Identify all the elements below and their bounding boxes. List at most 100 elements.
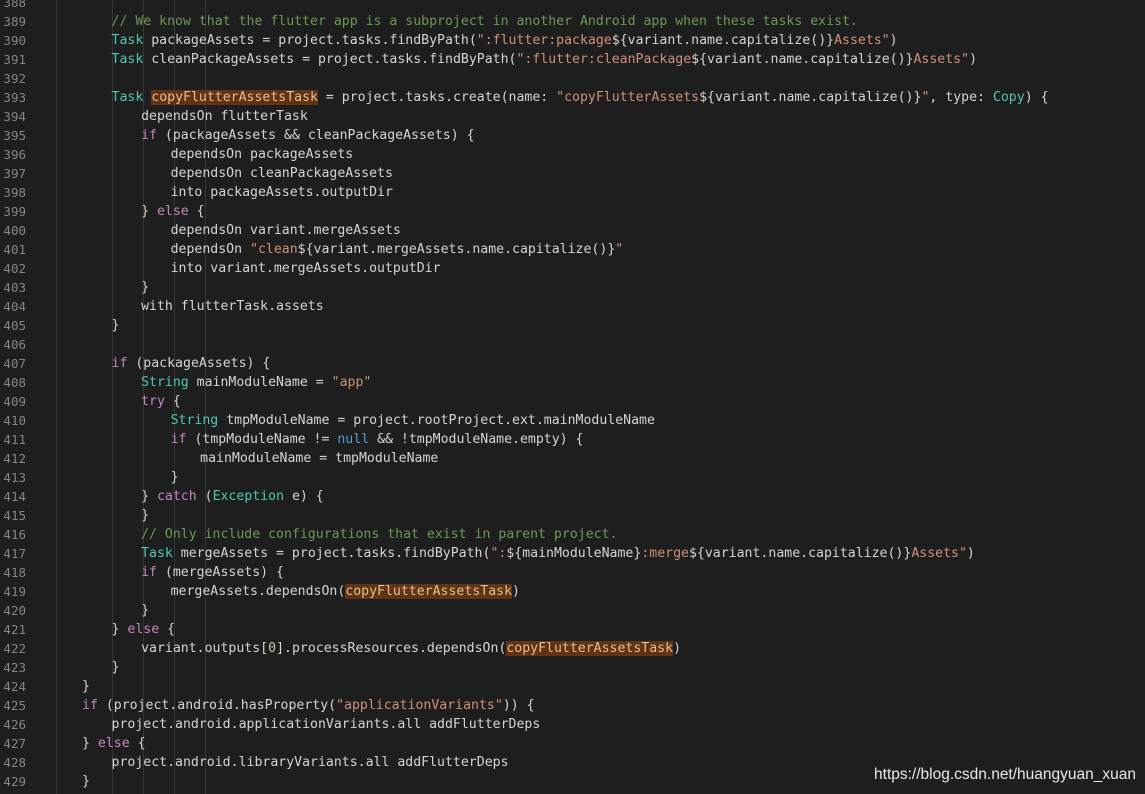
code-line[interactable]: 424} — [0, 677, 1145, 696]
code-content[interactable]: mergeAssets.dependsOn(copyFlutterAssetsT… — [171, 582, 520, 601]
code-line[interactable]: 417 Task mergeAssets = project.tasks.find… — [0, 544, 1145, 563]
code-line[interactable]: 402 into variant.mergeAssets.outputDir — [0, 259, 1145, 278]
code-line[interactable]: 415} — [0, 506, 1145, 525]
code-line[interactable]: 392 — [0, 69, 1145, 88]
code-text: e) { — [284, 488, 324, 504]
code-content[interactable]: } — [112, 658, 120, 677]
string-token: " — [615, 241, 624, 257]
code-line[interactable]: 420} — [0, 601, 1145, 620]
code-line[interactable]: 403} — [0, 278, 1145, 297]
code-line[interactable]: 407 if (packageAssets) { — [0, 354, 1145, 373]
code-content[interactable]: Task cleanPackageAssets = project.tasks.… — [112, 50, 977, 69]
code-content[interactable]: } else { — [82, 734, 146, 753]
code-line[interactable]: 400 dependsOn variant.mergeAssets — [0, 221, 1145, 240]
code-line[interactable]: 425 if (project.android.hasProperty("appl… — [0, 696, 1145, 715]
code-content[interactable]: if (packageAssets && cleanPackageAssets)… — [141, 126, 474, 145]
code-content[interactable]: mainModuleName = tmpModuleName — [200, 449, 438, 468]
keyword-token: if — [111, 355, 128, 371]
code-content[interactable]: Task copyFlutterAssetsTask = project.tas… — [112, 88, 1049, 107]
code-line[interactable]: 405} — [0, 316, 1145, 335]
code-content[interactable]: } — [171, 468, 179, 487]
code-content[interactable]: } — [141, 601, 149, 620]
code-content[interactable]: } else { — [112, 620, 176, 639]
code-line[interactable]: 414} catch (Exception e) { — [0, 487, 1145, 506]
code-line[interactable]: 411 if (tmpModuleName != null && !tmpModu… — [0, 430, 1145, 449]
code-line[interactable]: 401 dependsOn "clean${variant.mergeAssets… — [0, 240, 1145, 259]
code-text: tmpModuleName = project.rootProject.ext.… — [218, 412, 655, 428]
code-line[interactable]: 422 variant.outputs[0].processResources.d… — [0, 639, 1145, 658]
line-number: 405 — [3, 317, 26, 333]
code-editor[interactable]: 388 389 // We know that the flutter app is… — [0, 0, 1145, 794]
code-content[interactable]: if (tmpModuleName != null && !tmpModuleN… — [171, 430, 584, 449]
code-content[interactable]: } — [82, 772, 90, 791]
code-content[interactable]: if (mergeAssets) { — [141, 563, 284, 582]
code-content[interactable]: Task mergeAssets = project.tasks.findByP… — [141, 544, 975, 563]
code-line[interactable]: 390 Task packageAssets = project.tasks.fi… — [0, 31, 1145, 50]
code-line[interactable]: 399} else { — [0, 202, 1145, 221]
code-text: { — [164, 393, 181, 409]
code-line[interactable]: 395 if (packageAssets && cleanPackageAsse… — [0, 126, 1145, 145]
watermark-url: https://blog.csdn.net/huangyuan_xuan — [874, 766, 1136, 783]
code-line[interactable]: 427 } else { — [0, 734, 1145, 753]
code-content[interactable]: String mainModuleName = "app" — [141, 373, 371, 392]
comment-token: // Only include configurations that exis… — [141, 526, 618, 542]
code-content[interactable]: // We know that the flutter app is a sub… — [112, 12, 858, 31]
code-content[interactable]: // Only include configurations that exis… — [141, 525, 617, 544]
keyword-token: else — [156, 203, 189, 219]
code-line[interactable]: 409 try { — [0, 392, 1145, 411]
code-content[interactable]: dependsOn cleanPackageAssets — [171, 164, 393, 183]
type-token: Exception — [212, 488, 285, 504]
code-text: variant.outputs[ — [141, 640, 269, 656]
keyword-token: if — [141, 127, 157, 143]
code-line[interactable]: 418 if (mergeAssets) { — [0, 563, 1145, 582]
code-line[interactable]: 391 Task cleanPackageAssets = project.tas… — [0, 50, 1145, 69]
code-line[interactable]: 423} — [0, 658, 1145, 677]
code-content[interactable]: } — [82, 677, 90, 696]
code-content[interactable]: dependsOn variant.mergeAssets — [171, 221, 401, 240]
code-content[interactable]: dependsOn packageAssets — [171, 145, 354, 164]
code-line[interactable]: 416 // Only include configurations that e… — [0, 525, 1145, 544]
code-line[interactable]: 426 project.android.applicationVariants.a… — [0, 715, 1145, 734]
line-number: 398 — [3, 184, 26, 200]
code-content[interactable]: into packageAssets.outputDir — [171, 183, 393, 202]
code-line[interactable]: 389 // We know that the flutter app is a … — [0, 12, 1145, 31]
code-content[interactable]: } — [112, 316, 120, 335]
code-line[interactable]: 393 Task copyFlutterAssetsTask = project.… — [0, 88, 1145, 107]
code-content[interactable]: variant.outputs[0].processResources.depe… — [141, 639, 681, 658]
code-content[interactable]: with flutterTask.assets — [141, 297, 324, 316]
code-content[interactable]: String tmpModuleName = project.rootProje… — [171, 411, 655, 430]
code-text: into packageAssets.outputDir — [170, 184, 393, 200]
code-line[interactable]: 396 dependsOn packageAssets — [0, 145, 1145, 164]
code-line[interactable]: 419 mergeAssets.dependsOn(copyFlutterAsse… — [0, 582, 1145, 601]
code-text: mergeAssets.dependsOn( — [170, 583, 346, 599]
line-number: 394 — [3, 108, 26, 124]
code-line[interactable]: 398 into packageAssets.outputDir — [0, 183, 1145, 202]
code-line[interactable]: 404 with flutterTask.assets — [0, 297, 1145, 316]
code-content[interactable]: } — [141, 278, 149, 297]
code-content[interactable]: try { — [141, 392, 181, 411]
code-line[interactable]: 394 dependsOn flutterTask — [0, 107, 1145, 126]
code-text: } — [141, 203, 157, 219]
code-line[interactable]: 410 String tmpModuleName = project.rootPr… — [0, 411, 1145, 430]
code-content[interactable]: if (project.android.hasProperty("applica… — [82, 696, 535, 715]
code-line[interactable]: 406 — [0, 335, 1145, 354]
code-line[interactable]: 421} else { — [0, 620, 1145, 639]
code-line[interactable]: 397 dependsOn cleanPackageAssets — [0, 164, 1145, 183]
code-content[interactable]: } catch (Exception e) { — [141, 487, 324, 506]
type-token: Task — [111, 32, 144, 48]
code-line[interactable]: 388 — [0, 0, 1145, 12]
code-line[interactable]: 413} — [0, 468, 1145, 487]
code-content[interactable]: } — [141, 506, 149, 525]
code-content[interactable]: dependsOn flutterTask — [141, 107, 308, 126]
code-content[interactable]: dependsOn "clean${variant.mergeAssets.na… — [171, 240, 624, 259]
line-number: 427 — [3, 735, 26, 751]
line-number: 395 — [3, 127, 26, 143]
code-line[interactable]: 412 mainModuleName = tmpModuleName — [0, 449, 1145, 468]
code-content[interactable]: into variant.mergeAssets.outputDir — [171, 259, 441, 278]
code-content[interactable]: project.android.libraryVariants.all addF… — [112, 753, 509, 772]
code-content[interactable]: } else { — [141, 202, 205, 221]
code-content[interactable]: project.android.applicationVariants.all … — [112, 715, 541, 734]
code-line[interactable]: 408 String mainModuleName = "app" — [0, 373, 1145, 392]
code-content[interactable]: if (packageAssets) { — [112, 354, 271, 373]
code-content[interactable]: Task packageAssets = project.tasks.findB… — [112, 31, 898, 50]
